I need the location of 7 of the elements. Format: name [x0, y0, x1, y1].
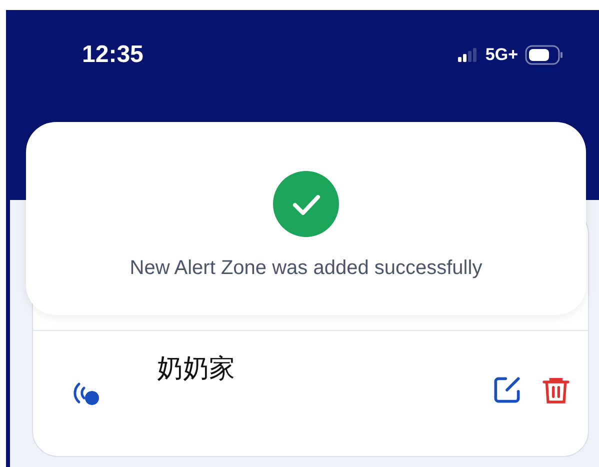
network-label: 5G+ [485, 45, 518, 65]
status-time: 12:35 [82, 41, 144, 69]
signal-icon [458, 48, 478, 62]
toast-message: New Alert Zone was added successfully [130, 257, 482, 280]
battery-icon [525, 45, 563, 65]
check-circle-icon [273, 171, 339, 237]
zone-name: 奶奶家 [157, 352, 235, 385]
